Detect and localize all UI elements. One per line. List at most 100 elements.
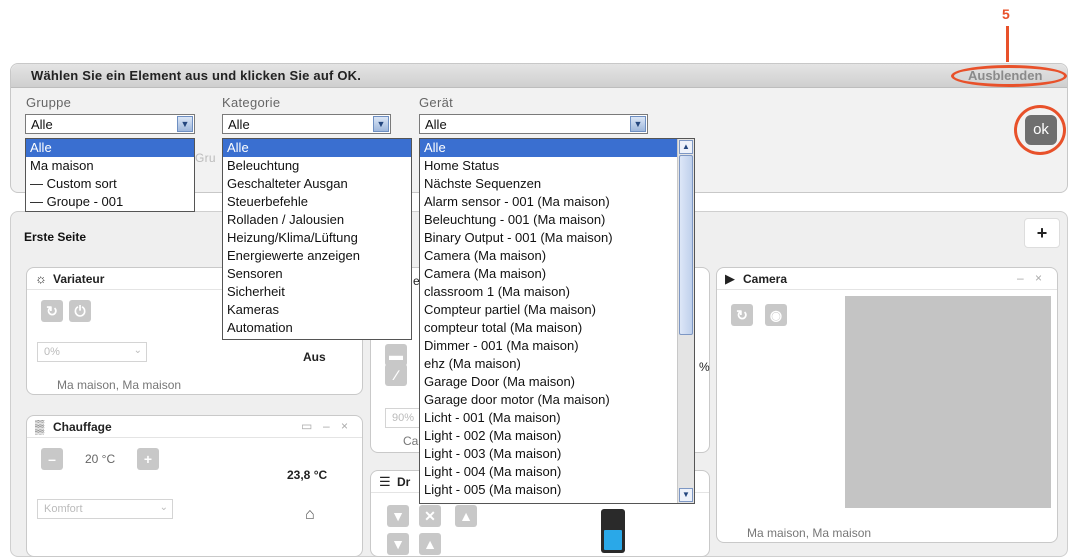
device-option[interactable]: Nächste Sequenzen	[420, 175, 678, 193]
group-option[interactable]: — Groupe - 001	[26, 193, 194, 211]
group-select-value: Alle	[31, 117, 53, 132]
device-option[interactable]: Alarm sensor - 001 (Ma maison)	[420, 193, 678, 211]
panel-header: Wählen Sie ein Element aus und klicken S…	[11, 64, 1067, 88]
device-option[interactable]: Light - 004 (Ma maison)	[420, 463, 678, 481]
category-option[interactable]: Sensoren	[223, 265, 411, 283]
device-select-value: Alle	[425, 117, 447, 132]
device-scrollbar[interactable]: ▲ ▼	[677, 139, 694, 503]
group-option[interactable]: Alle	[26, 139, 194, 157]
chevron-down-icon[interactable]: ▼	[630, 116, 646, 132]
dimmer-level-select[interactable]: 0% ⌄	[37, 342, 147, 362]
category-option[interactable]: Sicherheit	[223, 283, 411, 301]
shutter-level-icon	[601, 509, 625, 553]
chevron-down-icon[interactable]: ▼	[373, 116, 389, 132]
minimize-icon[interactable]: –	[1017, 271, 1024, 285]
level-value: 90%	[392, 412, 415, 424]
heater-icon: ▒	[35, 419, 45, 434]
device-option[interactable]: ehz (Ma maison)	[420, 355, 678, 373]
camera-icon: ▶	[725, 271, 735, 286]
group-label-ghost: Gru	[195, 151, 216, 165]
chevron-down-icon[interactable]: ▼	[177, 116, 193, 132]
device-option[interactable]: Garage door motor (Ma maison)	[420, 391, 678, 409]
group-select[interactable]: Alle ▼	[25, 114, 195, 134]
widget-header: ▶ Camera – ×	[717, 268, 1057, 290]
close-icon[interactable]: ×	[1035, 271, 1042, 285]
scroll-thumb[interactable]	[679, 155, 693, 335]
category-option[interactable]: Automation	[223, 319, 411, 337]
dimmer-state: Aus	[303, 350, 326, 364]
setpoint-temp: 20 °C	[85, 452, 116, 466]
chevron-down-icon: ⌄	[159, 502, 168, 513]
decrease-temp-button[interactable]: –	[41, 448, 63, 470]
widget-camera: ▶ Camera – × ↻ ◉ Ma maison, Ma maison	[716, 267, 1058, 543]
device-option[interactable]: Light - 005 (Ma maison)	[420, 481, 678, 499]
shutter-stop-button[interactable]: ✕	[419, 505, 441, 527]
comment-icon[interactable]: ▭	[301, 419, 312, 433]
heating-mode-value: Komfort	[44, 503, 83, 515]
category-option[interactable]: Geschalteter Ausgan	[223, 175, 411, 193]
scroll-down-button[interactable]: ▼	[679, 488, 693, 502]
device-option[interactable]: Compteur partiel (Ma maison)	[420, 301, 678, 319]
category-option[interactable]: Kameras	[223, 301, 411, 319]
dimmer-level-value: 0%	[44, 346, 60, 358]
shade-button[interactable]: ∕	[385, 364, 407, 386]
add-widget-button[interactable]: +	[1024, 218, 1060, 248]
group-option[interactable]: — Custom sort	[26, 175, 194, 193]
shutter-open-button[interactable]: ▲	[419, 533, 441, 555]
shutter-icon: ☰	[379, 474, 391, 489]
annotation-circle-ok	[1014, 105, 1066, 155]
scroll-up-button[interactable]: ▲	[679, 140, 693, 154]
device-select[interactable]: Alle ▼	[419, 114, 648, 134]
widget-header: ▒ Chauffage ▭ – ×	[27, 416, 362, 438]
group-dropdown[interactable]: Alle Ma maison — Custom sort — Groupe - 001	[25, 138, 195, 212]
annotation-circle-hide	[951, 65, 1067, 87]
refresh-button[interactable]: ↻	[731, 304, 753, 326]
widget-location: Ca	[403, 434, 419, 448]
shutter-up-button[interactable]: ▲	[455, 505, 477, 527]
heating-mode-select[interactable]: Komfort ⌄	[37, 499, 173, 519]
group-option[interactable]: Ma maison	[26, 157, 194, 175]
refresh-button[interactable]: ↻	[41, 300, 63, 322]
device-option[interactable]: Light - 003 (Ma maison)	[420, 445, 678, 463]
device-dropdown[interactable]: Alle Home Status Nächste Sequenzen Alarm se…	[419, 138, 695, 504]
shutter-close-button[interactable]: ▼	[387, 533, 409, 555]
category-option[interactable]: Heizung/Klima/Lüftung	[223, 229, 411, 247]
widget-title: Camera	[743, 272, 788, 286]
category-dropdown[interactable]: Alle Beleuchtung Geschalteter Ausgan Steuer…	[222, 138, 412, 340]
group-label: Gruppe	[26, 95, 72, 110]
device-option[interactable]: Light - 002 (Ma maison)	[420, 427, 678, 445]
device-option-list: Alle Home Status Nächste Sequenzen Alarm se…	[420, 139, 678, 499]
snapshot-button[interactable]: ◉	[765, 304, 787, 326]
close-icon[interactable]: ×	[341, 419, 348, 433]
chevron-down-icon: ⌄	[133, 345, 142, 356]
increase-temp-button[interactable]: +	[137, 448, 159, 470]
device-option[interactable]: Alle	[420, 139, 678, 157]
category-option[interactable]: Beleuchtung	[223, 157, 411, 175]
device-option[interactable]: Binary Output - 001 (Ma maison)	[420, 229, 678, 247]
category-option[interactable]: Rolladen / Jalousien	[223, 211, 411, 229]
widget-location: Ma maison, Ma maison	[57, 378, 182, 392]
device-option[interactable]: Licht - 001 (Ma maison)	[420, 409, 678, 427]
widget-title: Chauffage	[53, 420, 112, 434]
power-button[interactable]: ⏻	[69, 300, 91, 322]
device-option[interactable]: compteur total (Ma maison)	[420, 319, 678, 337]
device-option[interactable]: classroom 1 (Ma maison)	[420, 283, 678, 301]
dimmer-button[interactable]: ▬	[385, 344, 407, 366]
device-option[interactable]: Dimmer - 001 (Ma maison)	[420, 337, 678, 355]
annotation-line-5	[1006, 26, 1009, 62]
device-option[interactable]: Camera (Ma maison)	[420, 265, 678, 283]
device-option[interactable]: Beleuchtung - 001 (Ma maison)	[420, 211, 678, 229]
widget-chauffage: ▒ Chauffage ▭ – × – 20 °C + 23,8 °C Komf…	[26, 415, 363, 557]
device-option[interactable]: Camera (Ma maison)	[420, 247, 678, 265]
shutter-down-button[interactable]: ▼	[387, 505, 409, 527]
category-select[interactable]: Alle ▼	[222, 114, 391, 134]
category-label: Kategorie	[222, 95, 281, 110]
device-option[interactable]: Garage Door (Ma maison)	[420, 373, 678, 391]
device-option[interactable]: Home Status	[420, 157, 678, 175]
minimize-icon[interactable]: –	[323, 419, 330, 433]
category-option[interactable]: Steuerbefehle	[223, 193, 411, 211]
category-option[interactable]: Alle	[223, 139, 411, 157]
page-title: Erste Seite	[24, 230, 87, 244]
category-option[interactable]: Energiewerte anzeigen	[223, 247, 411, 265]
percent-label: %	[699, 360, 710, 374]
